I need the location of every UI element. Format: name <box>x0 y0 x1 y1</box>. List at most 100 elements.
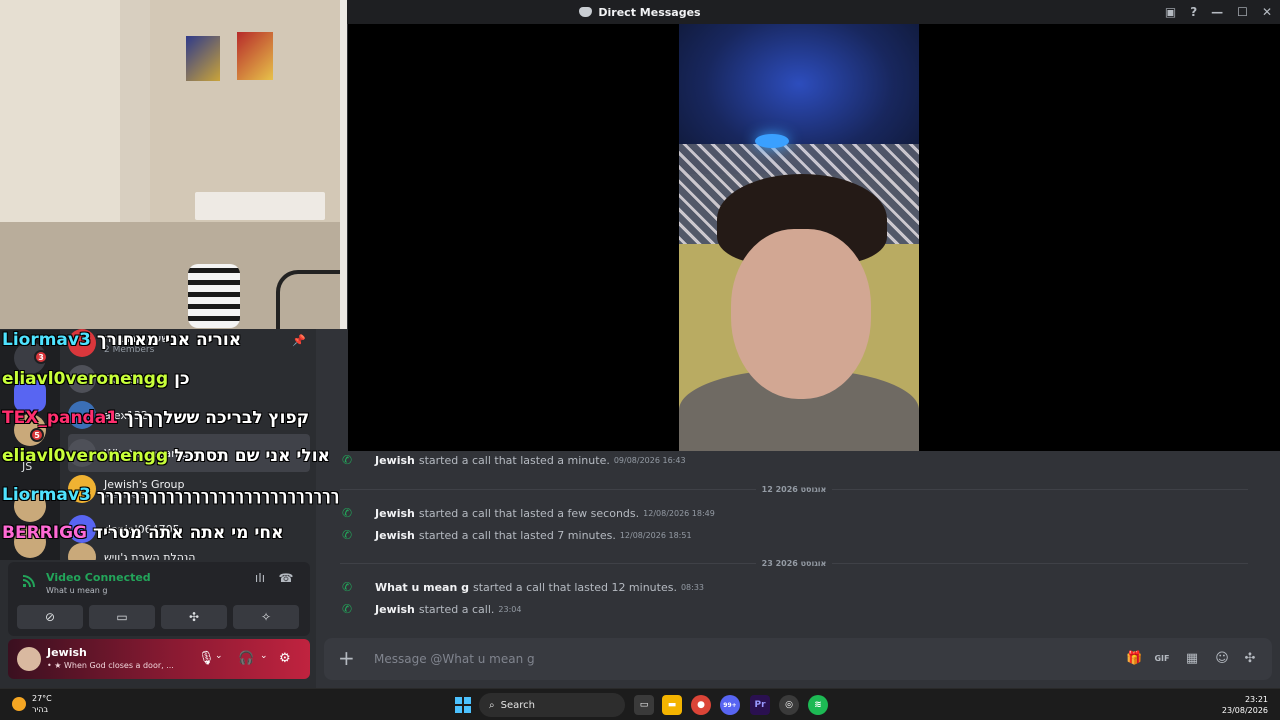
voice-channel[interactable]: What u mean g <box>46 586 107 595</box>
user-status: • ★ When God closes a door, ... <box>47 661 174 670</box>
message-author[interactable]: Jewish <box>375 507 415 520</box>
user-avatar <box>68 401 96 429</box>
voice-status[interactable]: Video Connected <box>46 571 151 584</box>
chevron-down-icon[interactable]: ⌄ <box>260 651 268 661</box>
weather-temp: 27°C <box>32 694 52 703</box>
phone-icon: ✆ <box>342 453 353 467</box>
message-time: 12/08/2026 18:51 <box>619 530 692 540</box>
minimize-icon[interactable]: — <box>1211 5 1223 19</box>
dm-item[interactable]: שעשע ברברה 2 Members <box>68 324 310 362</box>
webcam-edge <box>340 0 347 329</box>
weather-widget[interactable]: 27°C בהיר <box>12 693 52 715</box>
screen-share-button[interactable]: ▭ <box>89 605 155 629</box>
search-label: Search <box>500 699 535 711</box>
phone-icon: ✆ <box>342 506 353 520</box>
window-controls: ▣ ? — ☐ ✕ <box>1165 0 1272 24</box>
close-icon[interactable]: ✕ <box>1262 5 1272 19</box>
premiere-label: Pr <box>754 700 766 710</box>
user-name[interactable]: Jewish <box>47 646 87 659</box>
weather-icon <box>12 697 26 711</box>
help-icon[interactable]: ? <box>1190 5 1197 19</box>
camera-off-button[interactable]: ⊘ <box>17 605 83 629</box>
user-panel: Jewish • ★ When God closes a door, ... 🎙… <box>8 639 310 679</box>
server-icon[interactable] <box>14 490 46 522</box>
taskbar: 27°C בהיר ⌕ Search ▭ ▬ ● 99+ Pr ◎ ≋ 23:2… <box>0 688 1280 720</box>
gif-icon[interactable]: GIF <box>1154 651 1170 667</box>
apps-icon[interactable]: ✣ <box>1242 651 1258 667</box>
emoji-icon[interactable]: ☺ <box>1214 651 1230 667</box>
window-title: Direct Messages <box>598 5 701 19</box>
webcam-poster <box>186 36 220 81</box>
user-avatar <box>68 439 96 467</box>
participant-video-tile[interactable] <box>679 24 919 451</box>
message-row[interactable]: ✆ Jewish started a call that lasted 7 mi… <box>342 527 692 543</box>
server-icon[interactable] <box>14 380 46 412</box>
message-author[interactable]: Jewish <box>375 529 415 542</box>
user-avatar[interactable] <box>17 647 41 671</box>
message-text: started a call that lasted 7 minutes. <box>418 528 616 542</box>
soundboard-button[interactable]: ✧ <box>233 605 299 629</box>
message-author[interactable]: Jewish <box>375 454 415 467</box>
dm-item[interactable]: alex132 <box>68 396 310 434</box>
headphones-icon[interactable]: 🎧 <box>238 651 254 666</box>
server-initials[interactable]: JS <box>22 460 32 473</box>
task-view-icon[interactable]: ▭ <box>634 695 654 715</box>
dm-item[interactable]: הנהלת השרת ג'וויש <box>68 538 310 560</box>
webcam-heater <box>195 192 325 220</box>
title-wrap: Direct Messages <box>579 5 701 19</box>
dm-name: Jewish's Group <box>104 477 185 491</box>
group-avatar <box>68 475 96 503</box>
gear-icon[interactable]: ⚙ <box>279 651 291 666</box>
soundboard-icon: ✧ <box>260 610 272 624</box>
gift-icon[interactable]: 🎁 <box>1126 651 1142 667</box>
video-person-face <box>731 229 871 399</box>
rail-badge: 3 <box>34 350 48 364</box>
dm-name: alex132 <box>104 408 148 422</box>
chevron-down-icon[interactable]: ⌄ <box>215 651 223 661</box>
sticker-icon[interactable]: ▦ <box>1184 651 1200 667</box>
plus-icon[interactable]: + <box>338 648 355 668</box>
dm-item[interactable]: Jewish's Group Members <box>68 470 310 508</box>
message-row[interactable]: ✆ Jewish started a call that lasted a fe… <box>342 505 715 521</box>
noise-suppression-icon[interactable]: ıIı <box>252 571 268 587</box>
weather-text: 27°C בהיר <box>32 693 52 715</box>
message-author[interactable]: What u mean g <box>375 581 469 594</box>
dm-sub: 2 Members <box>104 344 155 355</box>
dm-item-active[interactable]: What u mean g <box>68 434 310 472</box>
clock-time: 23:21 <box>1244 695 1268 704</box>
premiere-icon[interactable]: Pr <box>750 695 770 715</box>
chrome-icon[interactable]: ● <box>691 695 711 715</box>
message-author[interactable]: Jewish <box>375 603 415 616</box>
message-text: started a call that lasted a few seconds… <box>418 506 640 520</box>
phone-icon: ✆ <box>342 580 353 594</box>
dm-item[interactable]: RGDZN <box>68 360 310 398</box>
spotify-icon[interactable]: ≋ <box>808 695 828 715</box>
message-input[interactable] <box>374 650 1074 668</box>
windows-start-icon[interactable] <box>455 697 471 713</box>
discord-taskbar-icon[interactable]: 99+ <box>720 695 740 715</box>
file-explorer-icon[interactable]: ▬ <box>662 695 682 715</box>
pin-icon[interactable]: 📌 <box>292 334 306 347</box>
webcam-poster <box>237 32 273 80</box>
message-row[interactable]: ✆ What u mean g started a call that last… <box>342 579 704 595</box>
activities-button[interactable]: ✣ <box>161 605 227 629</box>
message-text: started a call that lasted 12 minutes. <box>473 580 677 594</box>
microphone-icon[interactable]: 🎙 <box>198 651 215 666</box>
search-icon: ⌕ <box>489 699 495 711</box>
steam-icon[interactable]: ◎ <box>779 695 799 715</box>
inbox-icon[interactable]: ▣ <box>1165 5 1176 19</box>
maximize-icon[interactable]: ☐ <box>1237 5 1248 19</box>
message-row[interactable]: ✆ Jewish started a call that lasted a mi… <box>342 452 686 468</box>
message-text: started a call. <box>418 602 495 616</box>
dm-name: RGDZN <box>104 372 145 386</box>
system-clock[interactable]: 23:21 23/08/2026 <box>1222 694 1268 716</box>
message-text: started a call that lasted a minute. <box>418 453 610 467</box>
dm-name: daniel064705 <box>104 522 180 536</box>
taskbar-search[interactable]: ⌕ Search <box>479 693 625 717</box>
message-row[interactable]: ✆ Jewish started a call. 23:04 <box>342 601 521 617</box>
signal-icon[interactable] <box>22 574 36 588</box>
server-icon[interactable] <box>14 526 46 558</box>
disconnect-icon[interactable]: ☎ <box>278 571 294 587</box>
discord-badge: 99+ <box>723 701 737 709</box>
webcam-stool <box>188 264 240 328</box>
